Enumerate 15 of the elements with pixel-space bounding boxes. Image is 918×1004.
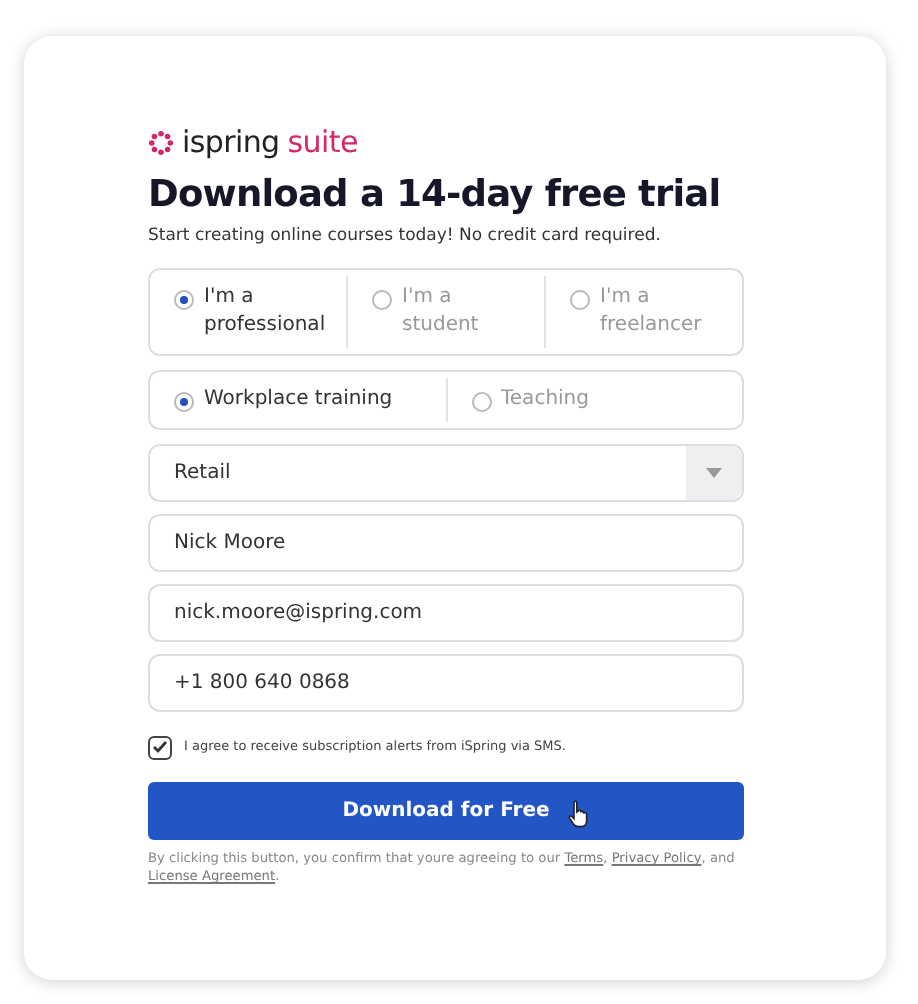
logo-text: ispring [182,121,280,164]
industry-select[interactable]: Retail [148,443,744,502]
caret-icon [706,467,722,478]
download-button[interactable]: Download for Free [148,781,744,840]
hand-cursor-icon [568,799,590,828]
radio-option[interactable]: I'm a professional [150,275,346,348]
logo-text: suite [287,121,358,164]
input-field[interactable]: +1 800 640 0868 [148,653,744,712]
radio-option[interactable]: Workplace training [150,377,445,422]
checkbox[interactable] [148,735,172,760]
logo-icon [148,129,174,155]
subtitle: Start creating online courses today! No credit card required. [148,224,663,250]
input-field[interactable]: Nick Moore [148,513,744,572]
input-field[interactable]: nick.moore@ispring.com [148,583,744,642]
page-title: Download a 14-day free trial [148,172,723,219]
